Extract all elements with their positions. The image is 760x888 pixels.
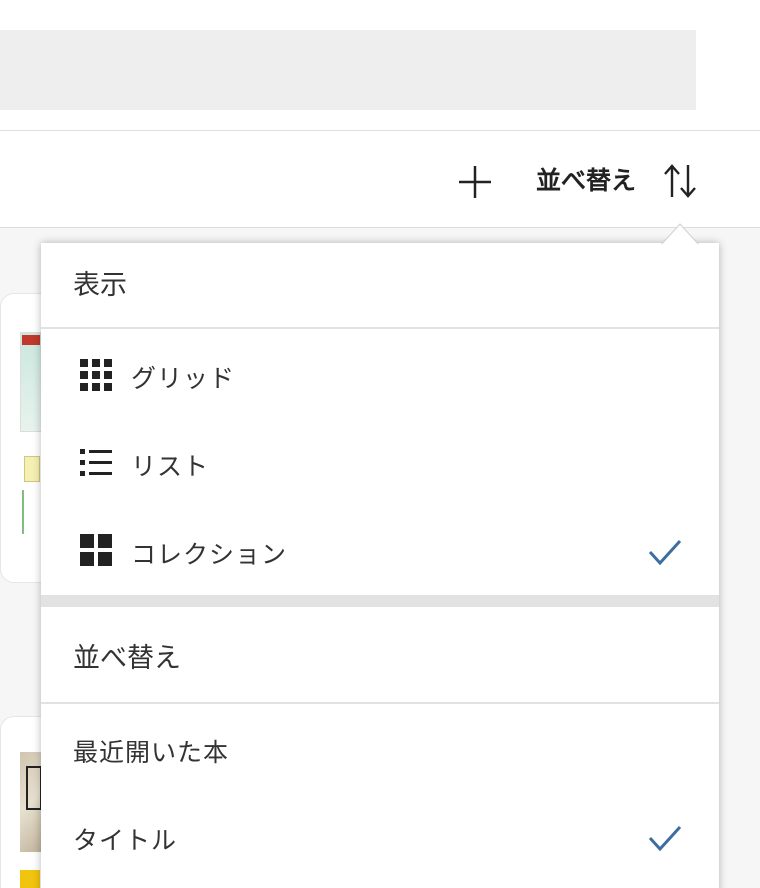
view-option-list[interactable]: リスト [41, 419, 719, 507]
view-section-header: 表示 [41, 243, 719, 329]
sort-button-label[interactable]: 並べ替え [536, 161, 636, 201]
section-separator [41, 595, 719, 607]
list-icon [80, 449, 112, 476]
sort-header-label: 並べ替え [73, 643, 181, 674]
sort-section-header: 並べ替え [41, 608, 719, 704]
checkmark-icon [648, 825, 682, 852]
search-bar[interactable] [0, 30, 696, 110]
sort-option-label: 最近開いた本 [73, 738, 230, 767]
menu-pointer [660, 223, 700, 250]
view-option-collection[interactable]: コレクション [41, 507, 719, 595]
collection-icon [80, 534, 112, 566]
sort-option-title[interactable]: タイトル [41, 793, 719, 881]
view-option-label: コレクション [131, 540, 288, 569]
view-header-label: 表示 [73, 270, 127, 301]
book-cover-thumbnail[interactable] [22, 490, 40, 534]
sort-arrows-icon[interactable] [660, 161, 700, 201]
grid-icon [80, 359, 112, 391]
app-root: 並べ替え 表示 グリッド リスト コレクション 並べ替え 最近開いた本 タイトル [0, 0, 760, 888]
sort-option-recently-opened[interactable]: 最近開いた本 [41, 705, 719, 793]
sort-option-label: タイトル [73, 826, 178, 855]
view-option-grid[interactable]: グリッド [41, 331, 719, 419]
book-cover-thumbnail[interactable] [20, 752, 42, 852]
view-sort-menu: 表示 グリッド リスト コレクション 並べ替え 最近開いた本 タイトル [41, 243, 719, 888]
plus-icon[interactable] [456, 163, 494, 201]
view-option-label: グリッド [131, 364, 236, 393]
book-cover-thumbnail[interactable] [24, 456, 40, 482]
checkmark-icon [648, 539, 682, 566]
library-toolbar: 並べ替え [0, 130, 760, 228]
top-area [0, 0, 760, 130]
view-option-label: リスト [131, 452, 210, 481]
book-cover-thumbnail[interactable] [20, 870, 40, 888]
